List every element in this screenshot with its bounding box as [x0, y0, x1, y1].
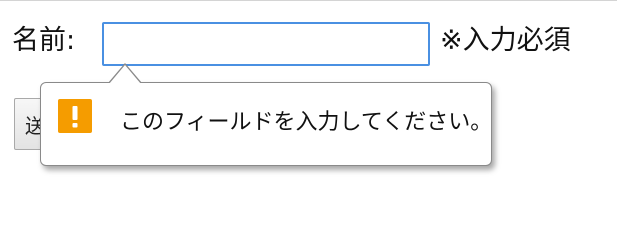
exclamation-glyph — [72, 106, 78, 128]
required-note: ※入力必須 — [440, 25, 571, 56]
validation-tooltip-message: このフィールドを入力してください。 — [120, 110, 493, 135]
warning-icon — [58, 99, 92, 133]
validation-tooltip-arrow-fill — [109, 65, 141, 84]
name-input[interactable] — [102, 22, 430, 66]
name-form-row: 名前: ※入力必須 — [0, 0, 617, 90]
name-label: 名前: — [12, 25, 76, 56]
